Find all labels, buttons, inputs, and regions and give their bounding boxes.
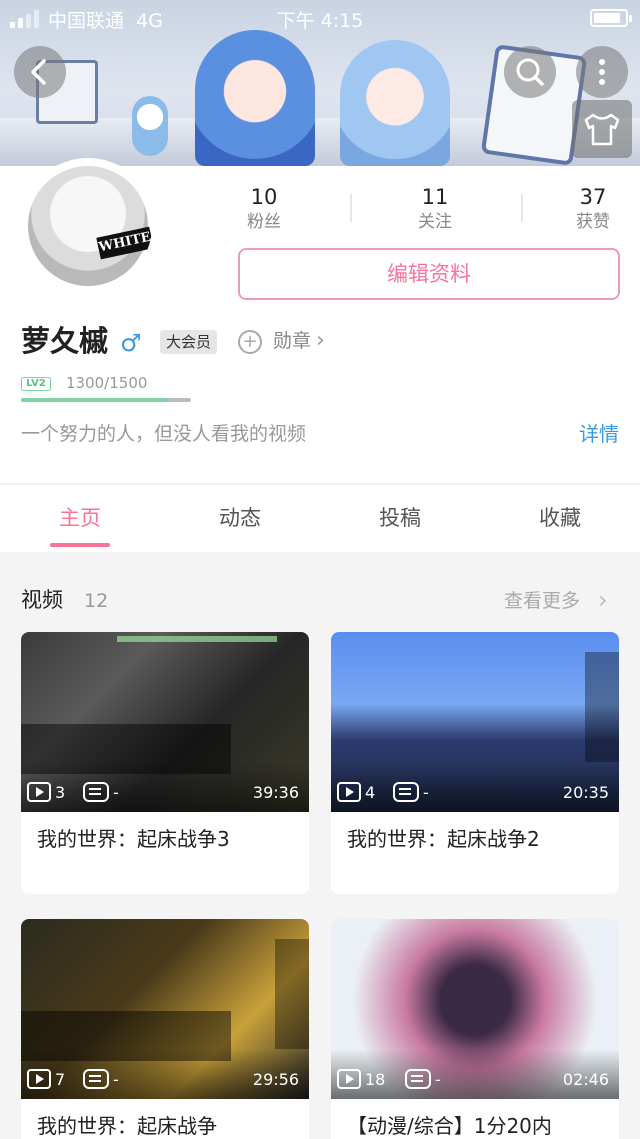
tab-home[interactable]: 主页 (0, 485, 160, 552)
danmaku-count: - (113, 1070, 119, 1089)
search-icon (516, 58, 544, 86)
danmaku-icon (393, 782, 419, 802)
danmaku-count: - (423, 783, 429, 802)
profile-page: { "status_bar": { "carrier": "中国联通", "ne… (0, 0, 640, 1139)
videos-section-title: 视频 (21, 588, 63, 612)
play-count: 7 (55, 1070, 66, 1089)
tab-favorites[interactable]: 收藏 (480, 485, 640, 552)
more-vertical-icon (599, 59, 605, 85)
chevron-right-icon: › (316, 328, 325, 353)
tab-home-label: 主页 (59, 506, 101, 530)
video-meta: 7 - 29:56 (27, 1067, 303, 1093)
thumbnail-overlay (117, 636, 277, 642)
back-arrow-icon (31, 59, 46, 85)
video-duration: 39:36 (252, 783, 299, 802)
video-duration: 02:46 (562, 1070, 609, 1089)
videos-more-link[interactable]: 查看更多 (504, 586, 580, 616)
username: 萝夂槭 (21, 324, 109, 358)
stat-following-label: 关注 (418, 212, 452, 232)
avatar-image (28, 166, 148, 286)
tab-submissions-label: 投稿 (379, 506, 421, 530)
stat-fans[interactable]: 10 粉丝 (209, 184, 319, 234)
avatar[interactable]: WHITE (20, 158, 156, 294)
video-duration: 29:56 (252, 1070, 299, 1089)
stat-divider (521, 194, 523, 222)
edit-profile-button[interactable]: 编辑资料 (238, 248, 620, 300)
medal-icon[interactable]: + (238, 330, 262, 354)
medal-link[interactable]: 勋章 (273, 326, 311, 356)
stat-fans-value: 10 (250, 185, 278, 209)
chevron-right-icon: › (598, 586, 608, 614)
detail-link[interactable]: 详情 (579, 420, 619, 448)
video-meta: 3 - 39:36 (27, 780, 303, 806)
danmaku-count: - (435, 1070, 441, 1089)
video-card[interactable]: 3 - 39:36 我的世界：起床战争3 (21, 632, 309, 894)
gender-male-icon: ♂ (120, 329, 142, 357)
play-icon (27, 1069, 51, 1089)
danmaku-icon (405, 1069, 431, 1089)
banner-chibi-character (132, 96, 168, 156)
more-button[interactable] (576, 46, 628, 98)
videos-count: 12 (84, 590, 109, 612)
play-icon (337, 1069, 361, 1089)
video-card[interactable]: 7 - 29:56 我的世界：起床战争 (21, 919, 309, 1139)
stat-following[interactable]: 11 关注 (380, 184, 490, 234)
video-duration: 20:35 (562, 783, 609, 802)
video-thumbnail[interactable]: 7 - 29:56 (21, 919, 309, 1099)
battery-icon (590, 9, 632, 27)
tab-favorites-label: 收藏 (539, 506, 581, 530)
play-count: 4 (365, 783, 376, 802)
stat-likes-value: 37 (579, 185, 607, 209)
tab-dynamics[interactable]: 动态 (160, 485, 320, 552)
shirt-icon (584, 113, 620, 146)
danmaku-icon (83, 782, 109, 802)
video-thumbnail[interactable]: 3 - 39:36 (21, 632, 309, 812)
video-title[interactable]: 我的世界：起床战争2 (331, 812, 619, 894)
video-card[interactable]: 4 - 20:35 我的世界：起床战争2 (331, 632, 619, 894)
video-title[interactable]: 我的世界：起床战争3 (21, 812, 309, 894)
exp-text: 1300/1500 (66, 374, 148, 392)
play-count: 3 (55, 783, 66, 802)
exp-progress-bar (21, 398, 191, 402)
video-title[interactable]: 我的世界：起床战争 (21, 1099, 309, 1139)
level-badge: LV2 (21, 377, 51, 391)
tab-dynamics-label: 动态 (219, 506, 261, 530)
video-card[interactable]: 18 - 02:46 【动漫/综合】1分20内 (331, 919, 619, 1139)
stat-likes-label: 获赞 (576, 212, 610, 232)
stat-divider (350, 194, 352, 222)
thumbnail-overlay (585, 652, 619, 762)
exp-progress-fill (21, 398, 169, 402)
play-icon (337, 782, 361, 802)
danmaku-count: - (113, 783, 119, 802)
vip-badge[interactable]: 大会员 (160, 330, 218, 354)
banner-character-right (340, 40, 450, 166)
video-thumbnail[interactable]: 18 - 02:46 (331, 919, 619, 1099)
danmaku-icon (83, 1069, 109, 1089)
stat-following-value: 11 (421, 185, 449, 209)
back-button[interactable] (14, 46, 66, 98)
video-meta: 18 - 02:46 (337, 1067, 613, 1093)
profile-tabs: 主页 动态 投稿 收藏 (0, 484, 640, 552)
video-meta: 4 - 20:35 (337, 780, 613, 806)
status-time: 下午 4:15 (276, 10, 364, 32)
banner-character-left (195, 30, 315, 166)
search-button[interactable] (504, 46, 556, 98)
thumbnail-overlay (275, 939, 309, 1049)
video-title[interactable]: 【动漫/综合】1分20内 (331, 1099, 619, 1139)
video-thumbnail[interactable]: 4 - 20:35 (331, 632, 619, 812)
tab-submissions[interactable]: 投稿 (320, 485, 480, 552)
stat-fans-label: 粉丝 (247, 212, 281, 232)
play-count: 18 (365, 1070, 386, 1089)
play-icon (27, 782, 51, 802)
status-bar: 中国联通 4G 下午 4:15 (0, 0, 640, 36)
profile-info: WHITE 10 粉丝 11 关注 37 获赞 编辑资料 萝夂槭 ♂ 大会员 +… (0, 158, 640, 483)
theme-dressup-button[interactable] (572, 100, 632, 158)
stat-likes[interactable]: 37 获赞 (538, 184, 640, 234)
tab-active-indicator (50, 543, 110, 547)
bio-text: 一个努力的人，但没人看我的视频 (21, 423, 307, 445)
